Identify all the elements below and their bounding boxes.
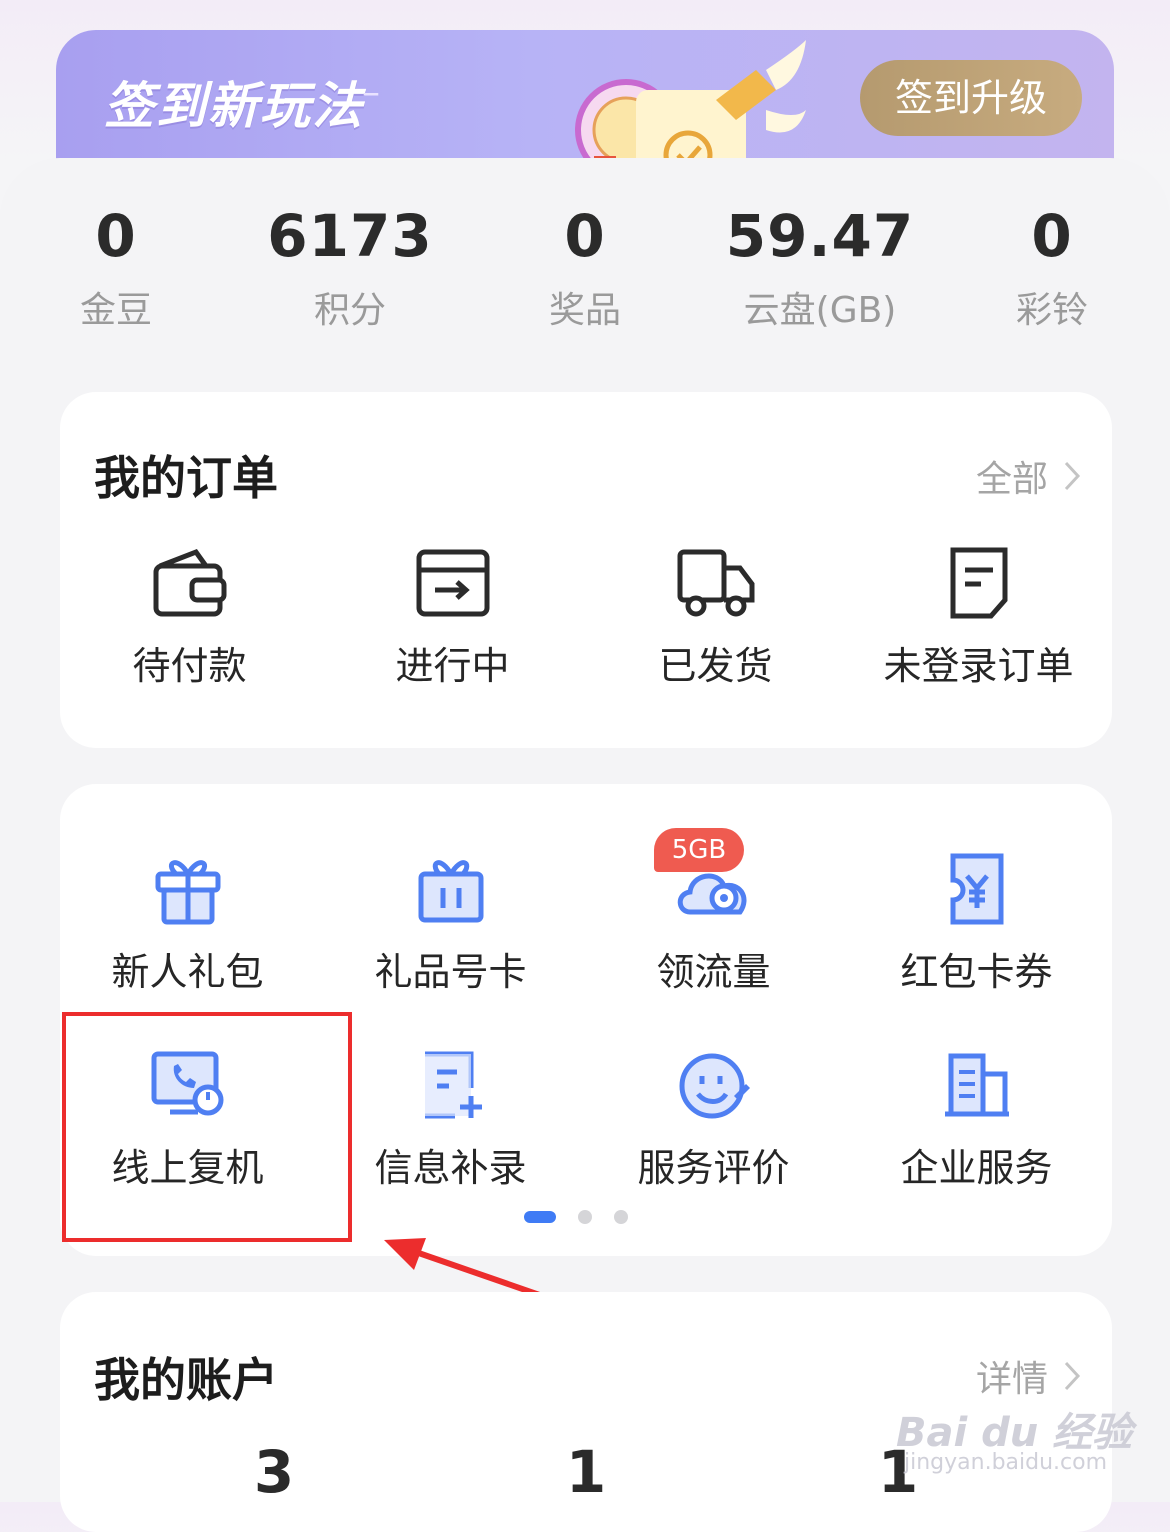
account-value[interactable]: 1: [486, 1438, 686, 1506]
smile-rating-icon: [679, 1053, 750, 1119]
service-new-user-gift[interactable]: 新人礼包: [56, 852, 319, 998]
stat-gold-beans[interactable]: 0 金豆: [6, 196, 226, 336]
gift-card-icon: [418, 860, 483, 923]
orders-view-all-link[interactable]: 全部: [976, 450, 1082, 502]
order-pending-payment[interactable]: 待付款: [58, 546, 321, 692]
coupon-icon: [950, 853, 1003, 925]
wallet-icon: [153, 548, 226, 617]
order-label: 待付款: [132, 644, 247, 688]
stat-cloud-storage[interactable]: 59.47 云盘(GB): [710, 196, 930, 336]
service-get-data[interactable]: 领流量: [582, 852, 845, 998]
data-bonus-badge: 5GB: [654, 828, 744, 872]
stat-value: 0: [564, 202, 606, 270]
service-red-packet-coupon[interactable]: 红包卡券: [845, 852, 1108, 998]
banner-dash: –: [362, 72, 380, 113]
service-gift-sim-card[interactable]: 礼品号卡: [319, 852, 582, 998]
order-shipped[interactable]: 已发货: [584, 546, 847, 692]
page-dot[interactable]: [578, 1210, 592, 1224]
service-label: 礼品号卡: [374, 950, 527, 994]
service-label: 领流量: [656, 950, 771, 994]
stat-label: 金豆: [79, 290, 152, 331]
stat-label: 奖品: [548, 290, 621, 331]
watermark-url: jingyan.baidu.com: [904, 1450, 1108, 1475]
stat-label: 云盘(GB): [743, 290, 897, 331]
details-label: 详情: [975, 1359, 1048, 1400]
order-label: 进行中: [395, 644, 510, 688]
orders-title: 我的订单: [94, 451, 278, 505]
document-icon: [950, 547, 1007, 619]
sign-in-upgrade-button[interactable]: 签到升级: [860, 60, 1082, 136]
service-label: 服务评价: [637, 1146, 790, 1190]
account-title: 我的账户: [94, 1353, 278, 1407]
box-arrow-icon: [416, 549, 489, 617]
service-info-supplement[interactable]: 信息补录: [319, 1048, 582, 1194]
highlight-annotation-box: [62, 1012, 352, 1242]
building-icon: [944, 1053, 1009, 1117]
stat-value: 6173: [267, 202, 433, 270]
account-details-link[interactable]: 详情: [976, 1350, 1082, 1402]
chevron-right-icon: [1064, 461, 1081, 491]
stat-value: 59.47: [725, 202, 915, 270]
chevron-right-icon: [1064, 1361, 1081, 1391]
service-label: 新人礼包: [111, 950, 264, 994]
banner-title: 签到新玩法: [104, 77, 364, 135]
stat-label: 积分: [313, 290, 386, 331]
page-dot-active[interactable]: [524, 1211, 556, 1223]
order-in-progress[interactable]: 进行中: [321, 546, 584, 692]
stat-label: 彩铃: [1015, 290, 1088, 331]
account-value[interactable]: 3: [174, 1438, 374, 1506]
view-all-label: 全部: [975, 459, 1048, 500]
stat-ringtones[interactable]: 0 彩铃: [942, 196, 1162, 336]
order-label: 已发货: [658, 644, 773, 688]
order-label: 未登录订单: [883, 644, 1074, 688]
service-rating[interactable]: 服务评价: [582, 1048, 845, 1194]
page-indicator[interactable]: [524, 1210, 628, 1224]
page-dot[interactable]: [614, 1210, 628, 1224]
truck-icon: [677, 549, 754, 617]
service-label: 红包卡券: [900, 950, 1053, 994]
service-label: 企业服务: [900, 1146, 1053, 1190]
stat-value: 0: [1031, 202, 1073, 270]
service-label: 信息补录: [374, 1146, 527, 1190]
stat-points[interactable]: 6173 积分: [240, 196, 460, 336]
stat-prizes[interactable]: 0 奖品: [475, 196, 695, 336]
order-unregistered[interactable]: 未登录订单: [847, 546, 1110, 692]
stat-value: 0: [95, 202, 137, 270]
service-enterprise[interactable]: 企业服务: [845, 1048, 1108, 1194]
gift-icon: [155, 860, 220, 925]
form-add-icon: [424, 1051, 482, 1119]
